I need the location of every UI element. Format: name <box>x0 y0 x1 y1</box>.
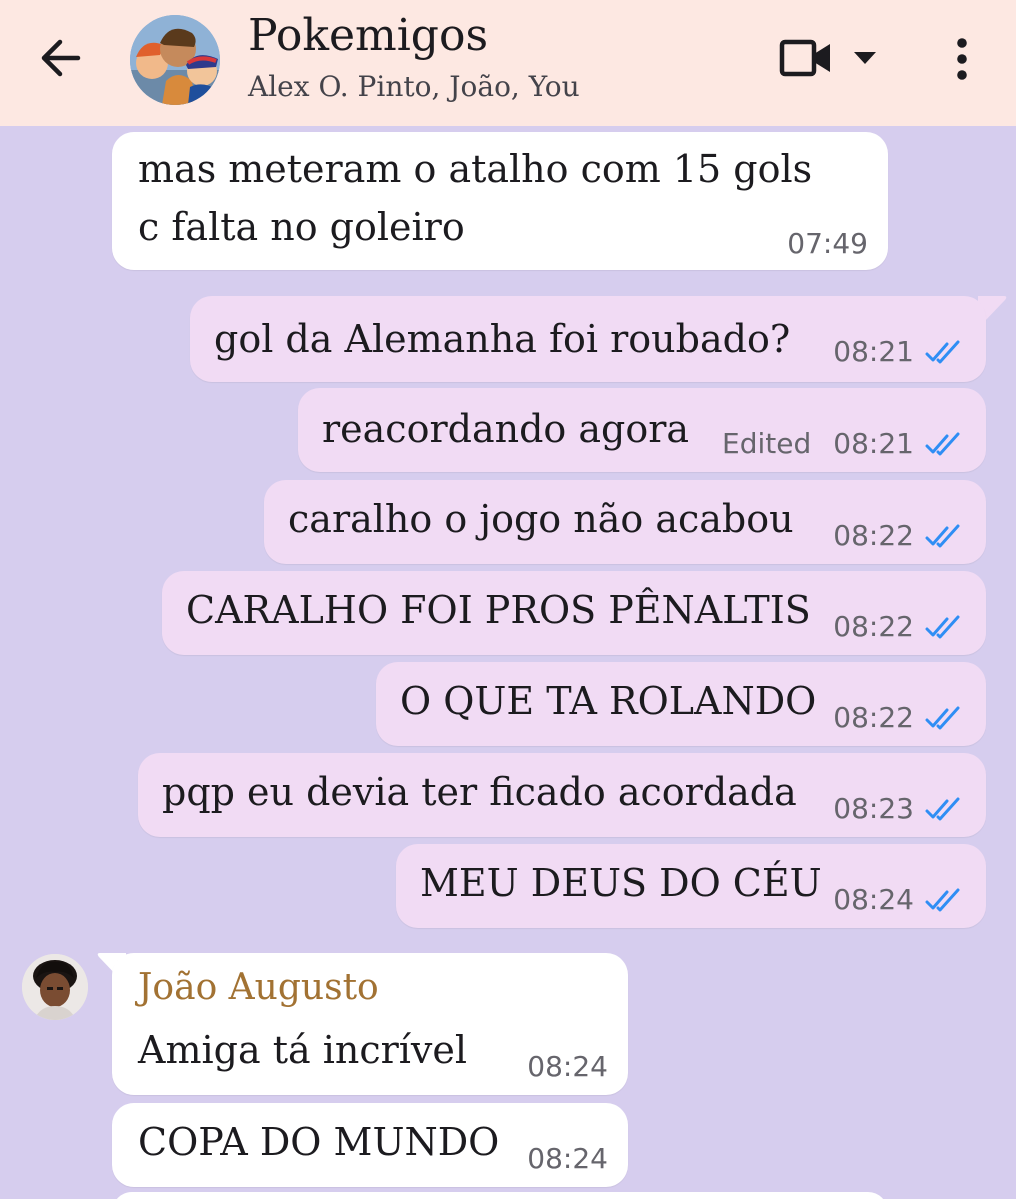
message-time: 08:22 <box>833 610 914 643</box>
message-bubble-incoming[interactable] <box>112 1192 888 1199</box>
sender-name[interactable]: João Augusto <box>138 963 379 1013</box>
call-options-dropdown[interactable] <box>850 48 880 68</box>
message-text: caralho o jogo não acabou <box>288 497 794 541</box>
double-check-icon <box>925 340 960 364</box>
message-time: 08:24 <box>527 1050 608 1083</box>
message-bubble-incoming[interactable]: mas meteram o atalho com 15 gols c falta… <box>112 132 888 270</box>
message-time: 08:22 <box>833 519 914 552</box>
back-button[interactable] <box>34 32 86 84</box>
message-time: 08:24 <box>527 1142 608 1175</box>
message-text: pqp eu devia ter ficado acordada <box>162 770 797 814</box>
caret-down-icon <box>854 52 876 64</box>
double-check-icon <box>925 797 960 821</box>
message-text: COPA DO MUNDO <box>138 1120 500 1164</box>
double-check-icon <box>925 615 960 639</box>
message-bubble-outgoing[interactable]: O QUE TA ROLANDO 08:22 <box>376 662 986 746</box>
message-bubble-incoming[interactable]: COPA DO MUNDO 08:24 <box>112 1103 628 1187</box>
more-options-button[interactable] <box>944 34 980 84</box>
arrow-back-icon <box>41 39 81 77</box>
message-bubble-outgoing[interactable]: MEU DEUS DO CÉU 08:24 <box>396 844 986 928</box>
message-bubble-outgoing[interactable]: caralho o jogo não acabou 08:22 <box>264 480 986 564</box>
message-text: CARALHO FOI PROS PÊNALTIS <box>186 588 811 632</box>
message-time: 07:49 <box>787 227 868 260</box>
message-text: MEU DEUS DO CÉU <box>420 861 822 905</box>
message-text: Amiga tá incrível <box>138 1028 468 1072</box>
message-bubble-incoming[interactable]: João Augusto Amiga tá incrível 08:24 <box>112 953 628 1095</box>
message-time: 08:22 <box>833 701 914 734</box>
message-text: c falta no goleiro <box>138 205 465 249</box>
message-bubble-outgoing[interactable]: CARALHO FOI PROS PÊNALTIS 08:22 <box>162 571 986 655</box>
more-vert-icon <box>957 38 967 80</box>
message-bubble-outgoing[interactable]: gol da Alemanha foi roubado? 08:21 <box>190 296 986 382</box>
message-text: O QUE TA ROLANDO <box>400 679 817 723</box>
double-check-icon <box>925 432 960 456</box>
message-text: gol da Alemanha foi roubado? <box>214 317 791 361</box>
message-text: mas meteram o atalho com 15 gols <box>138 147 813 191</box>
sender-avatar[interactable] <box>22 954 88 1020</box>
double-check-icon <box>925 706 960 730</box>
message-bubble-outgoing[interactable]: pqp eu devia ter ficado acordada 08:23 <box>138 753 986 837</box>
chat-members[interactable]: Alex O. Pinto, João, You <box>248 70 580 103</box>
double-check-icon <box>925 888 960 912</box>
message-text: reacordando agora <box>322 407 690 451</box>
video-call-icon <box>779 39 830 77</box>
message-edited-label: Edited <box>722 427 812 460</box>
chat-header: Pokemigos Alex O. Pinto, João, You <box>0 0 1016 126</box>
message-time: 08:24 <box>833 883 914 916</box>
video-call-button[interactable] <box>778 36 834 80</box>
double-check-icon <box>925 524 960 548</box>
message-time: 08:21 <box>833 427 914 460</box>
message-time: 08:21 <box>833 335 914 368</box>
chat-title[interactable]: Pokemigos <box>248 10 488 61</box>
message-bubble-outgoing[interactable]: reacordando agora Edited 08:21 <box>298 388 986 472</box>
group-avatar[interactable] <box>130 15 220 105</box>
message-time: 08:23 <box>833 792 914 825</box>
